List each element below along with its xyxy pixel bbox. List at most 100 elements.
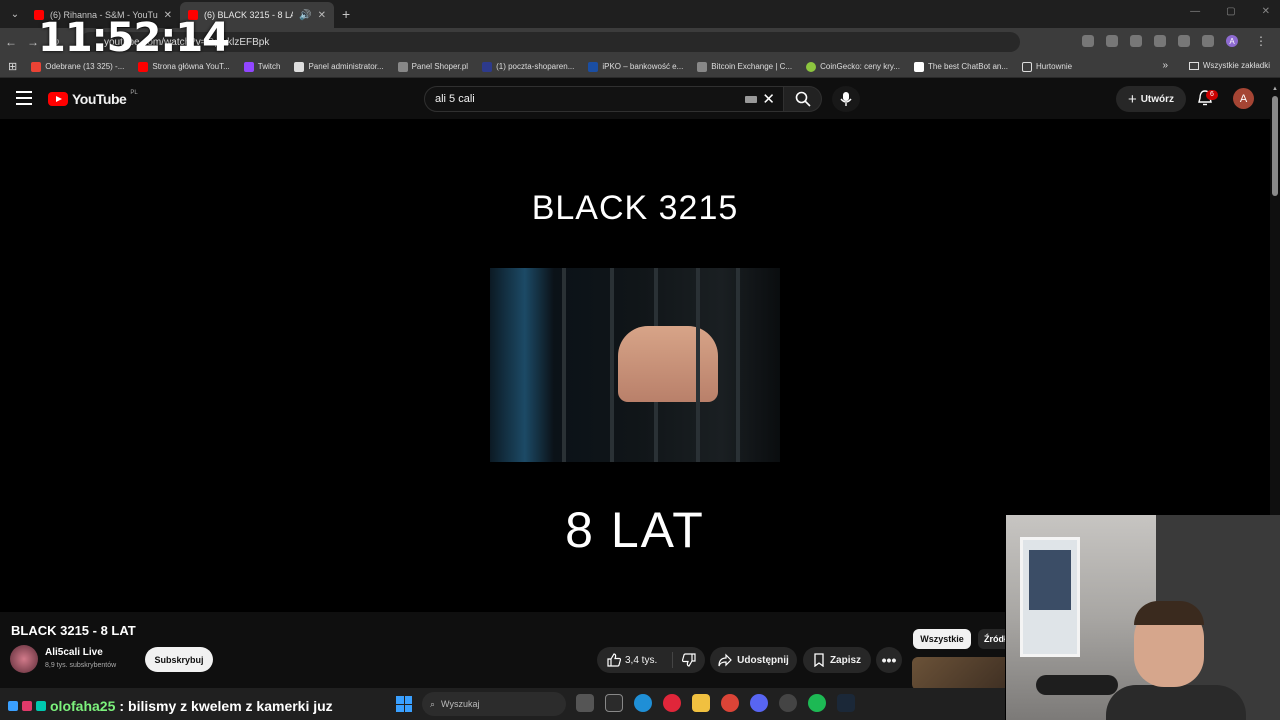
chatbot-icon [913, 61, 924, 72]
recommended-video-thumbnail[interactable] [912, 657, 1012, 690]
create-button[interactable]: + Utwórz [1116, 86, 1186, 112]
voice-search-button[interactable] [832, 86, 860, 112]
scroll-up-arrow-icon[interactable]: ▲ [1272, 86, 1278, 92]
spotify-icon[interactable] [808, 694, 826, 712]
install-icon[interactable] [1082, 35, 1094, 47]
chat-badge-icon [22, 701, 32, 711]
microphone-icon [840, 92, 852, 106]
taskbar-search[interactable]: ⌕ Wyszukaj [422, 692, 566, 716]
opera-icon[interactable] [663, 694, 681, 712]
bookmark-hurtownie[interactable]: Hurtownie [1022, 61, 1072, 72]
keyboard-icon[interactable] [745, 96, 757, 103]
tab-search-button[interactable]: ⌄ [4, 4, 26, 24]
search-query: ali 5 cali [435, 93, 475, 105]
bookmark-coingecko[interactable]: CoinGecko: ceny kry... [806, 61, 900, 72]
extension-icon[interactable] [1178, 35, 1190, 47]
like-count: 3,4 tys. [625, 654, 658, 666]
save-button[interactable]: Zapisz [803, 647, 871, 673]
close-window-icon[interactable]: ✕ [1262, 6, 1270, 17]
folder-icon [1188, 61, 1199, 70]
youtube-icon [138, 61, 149, 72]
folder-icon [1022, 61, 1033, 72]
bookmark-twitch[interactable]: Twitch [243, 61, 280, 72]
search-input[interactable]: ali 5 cali ✕ [424, 86, 784, 112]
windows-start-icon[interactable] [396, 696, 412, 712]
youtube-logo[interactable]: YouTube PL [48, 90, 138, 107]
minimize-icon[interactable]: — [1190, 6, 1200, 17]
mail-icon [482, 61, 493, 72]
notification-badge: 6 [1206, 90, 1218, 100]
clock-overlay: 11:52:14 [38, 15, 230, 61]
back-icon[interactable]: ← [0, 35, 22, 49]
bookmark-admin-panel[interactable]: Panel administrator... [294, 61, 384, 72]
more-actions-button[interactable]: ••• [876, 647, 902, 673]
chat-badge-icon [8, 701, 18, 711]
steam-icon[interactable] [837, 694, 855, 712]
extension-icon[interactable] [1130, 35, 1142, 47]
chrome-icon[interactable] [721, 694, 739, 712]
thumbs-down-icon [682, 653, 696, 667]
twitch-icon [243, 61, 254, 72]
globe-icon [697, 61, 708, 72]
new-tab-button[interactable]: + [342, 6, 350, 22]
search-button[interactable] [784, 86, 822, 112]
channel-avatar[interactable] [10, 645, 38, 673]
puzzle-icon[interactable] [1202, 35, 1214, 47]
bookmark-chatbot[interactable]: The best ChatBot an... [913, 61, 1008, 72]
bookmark-ipko[interactable]: iPKO – bankowość e... [588, 61, 683, 72]
youtube-wordmark: YouTube [72, 91, 127, 107]
search-icon [795, 91, 811, 107]
chat-separator: : [119, 698, 125, 714]
chip-all[interactable]: Wszystkie [913, 629, 971, 649]
video-title: BLACK 3215 - 8 LAT [11, 623, 136, 638]
maximize-icon[interactable]: ▢ [1226, 6, 1235, 17]
prison-bars-image [490, 268, 780, 462]
dislike-button[interactable] [673, 653, 705, 667]
chat-badge-icon [36, 701, 46, 711]
gmail-icon [31, 61, 42, 72]
chat-message: bilismy z kwelem z kamerki juz [128, 698, 333, 714]
extension-icon[interactable] [1154, 35, 1166, 47]
chevron-right-icon[interactable]: » [1162, 60, 1168, 71]
taskbar-apps [576, 694, 855, 712]
like-button[interactable]: 3,4 tys. [597, 652, 673, 668]
obs-icon[interactable] [779, 694, 797, 712]
all-bookmarks-folder[interactable]: Wszystkie zakładki [1188, 61, 1270, 70]
thumbs-up-icon [607, 653, 621, 667]
create-label: Utwórz [1140, 93, 1175, 105]
task-view-icon[interactable] [576, 694, 594, 712]
country-code: PL [130, 90, 138, 96]
coingecko-icon [806, 61, 817, 72]
channel-name[interactable]: Ali5cali Live [45, 647, 103, 658]
subscribe-button[interactable]: Subskrybuj [145, 647, 213, 672]
search-icon: ⌕ [430, 698, 436, 709]
screen: ⌄ (6) Rihanna - S&M - YouTube ✕ (6) BLAC… [0, 0, 1280, 720]
bookmark-poczta[interactable]: (1) poczta-shoparen... [482, 61, 574, 72]
speaker-icon[interactable]: 🔊 [299, 10, 311, 21]
hamburger-menu-icon[interactable] [16, 91, 32, 105]
bookmark-bitcoin[interactable]: Bitcoin Exchange | C... [697, 61, 792, 72]
file-explorer-icon[interactable] [692, 694, 710, 712]
discord-icon[interactable] [750, 694, 768, 712]
menu-kebab-icon[interactable]: ⋮ [1250, 34, 1272, 48]
profile-avatar[interactable]: A [1226, 35, 1238, 47]
bookmark-gmail[interactable]: Odebrane (13 325) -... [31, 61, 124, 72]
clear-search-icon[interactable]: ✕ [762, 90, 775, 108]
webcam-overlay [1005, 515, 1280, 720]
edge-icon[interactable] [634, 694, 652, 712]
chat-overlay-message: olofaha25 : bilismy z kwelem z kamerki j… [8, 698, 333, 714]
chat-username: olofaha25 [50, 698, 116, 714]
apps-grid-icon[interactable]: ⊞ [8, 60, 17, 73]
scrollbar-thumb[interactable] [1272, 96, 1278, 196]
bookmark-shoper[interactable]: Panel Shoper.pl [397, 61, 468, 72]
save-label: Zapisz [829, 654, 862, 666]
store-icon[interactable] [605, 694, 623, 712]
globe-icon [397, 61, 408, 72]
share-button[interactable]: Udostępnij [710, 647, 797, 673]
bookmark-youtube[interactable]: Strona główna YouT... [138, 61, 230, 72]
taskbar-search-placeholder: Wyszukaj [441, 699, 480, 709]
bank-icon [588, 61, 599, 72]
user-avatar[interactable]: A [1233, 88, 1254, 109]
close-tab-icon[interactable]: ✕ [318, 10, 326, 21]
bookmark-star-icon[interactable] [1106, 35, 1118, 47]
